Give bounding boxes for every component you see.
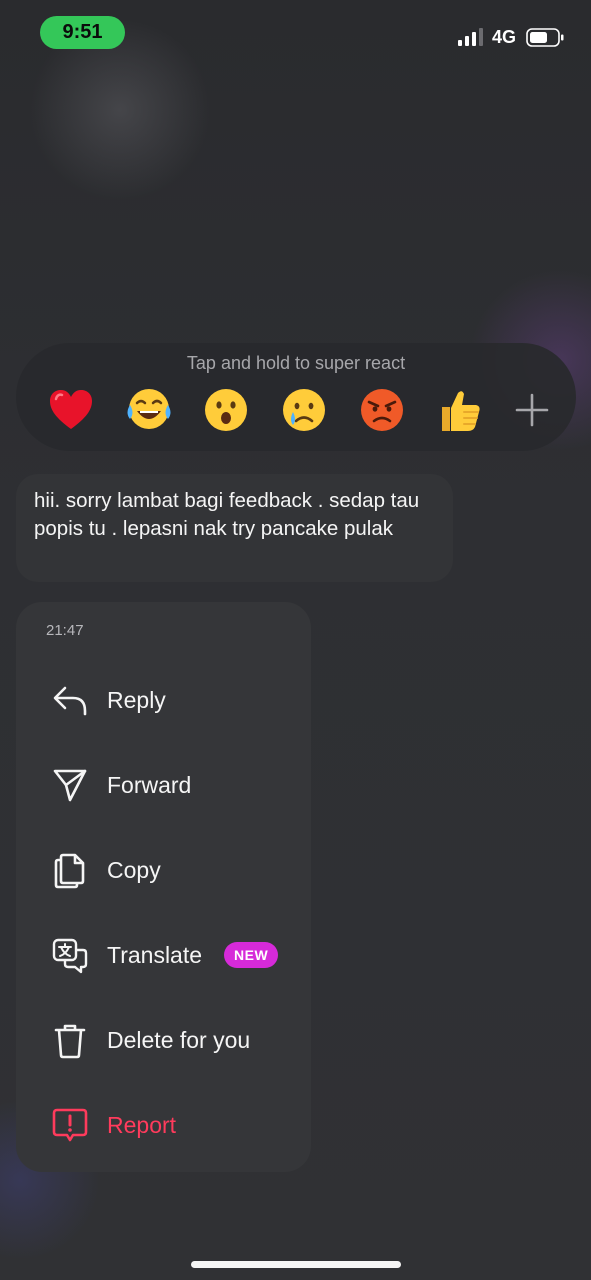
trash-icon — [50, 1020, 90, 1060]
crying-face-icon — [282, 389, 325, 431]
status-time: 9:51 — [40, 16, 125, 49]
message-action-menu: 21:47 Reply Forward Copy Translate NEW D… — [16, 602, 311, 1172]
report-label: Report — [107, 1111, 177, 1138]
super-react-hint: Tap and hold to super react — [186, 353, 406, 373]
status-bar: 9:51 4G — [0, 0, 591, 60]
wow-reaction-button[interactable] — [199, 383, 253, 437]
reaction-bar: Tap and hold to super react — [16, 343, 576, 451]
plus-icon — [515, 393, 549, 427]
reply-arrow-icon — [50, 680, 90, 720]
reply-label: Reply — [107, 686, 166, 713]
sad-reaction-button[interactable] — [277, 383, 331, 437]
thumbs-up-reaction-button[interactable] — [432, 383, 486, 437]
copy-menu-item[interactable]: Copy — [16, 835, 311, 905]
translate-icon — [50, 935, 90, 975]
translate-label: Translate — [107, 941, 203, 968]
angry-face-icon — [360, 389, 403, 431]
message-text: hii. sorry lambat bagi feedback . sedap … — [34, 489, 420, 540]
copy-label: Copy — [107, 856, 161, 883]
message-timestamp: 21:47 — [46, 622, 84, 639]
tears-of-joy-icon — [127, 389, 171, 429]
laugh-reaction-button[interactable] — [122, 383, 176, 437]
home-indicator[interactable] — [191, 1261, 401, 1268]
open-mouth-face-icon — [205, 389, 248, 431]
paper-plane-icon — [50, 765, 90, 805]
forward-menu-item[interactable]: Forward — [16, 750, 311, 820]
translate-menu-item[interactable]: Translate NEW — [16, 920, 311, 990]
reply-menu-item[interactable]: Reply — [16, 665, 311, 735]
copy-icon — [50, 850, 90, 890]
heart-reaction-button[interactable] — [44, 383, 98, 437]
delete-menu-item[interactable]: Delete for you — [16, 1005, 311, 1075]
red-heart-icon — [50, 390, 92, 429]
message-bubble[interactable]: hii. sorry lambat bagi feedback . sedap … — [16, 474, 453, 582]
battery-icon — [526, 28, 564, 47]
forward-label: Forward — [107, 771, 192, 798]
thumbs-up-icon — [442, 391, 480, 431]
angry-reaction-button[interactable] — [355, 383, 409, 437]
report-icon — [50, 1105, 90, 1145]
delete-label: Delete for you — [107, 1026, 251, 1053]
cellular-signal-icon — [458, 28, 483, 46]
new-badge: NEW — [224, 942, 279, 968]
emoji-row — [44, 381, 554, 439]
report-menu-item[interactable]: Report — [16, 1090, 311, 1160]
more-reactions-button[interactable] — [510, 388, 554, 432]
network-type: 4G — [492, 27, 517, 47]
